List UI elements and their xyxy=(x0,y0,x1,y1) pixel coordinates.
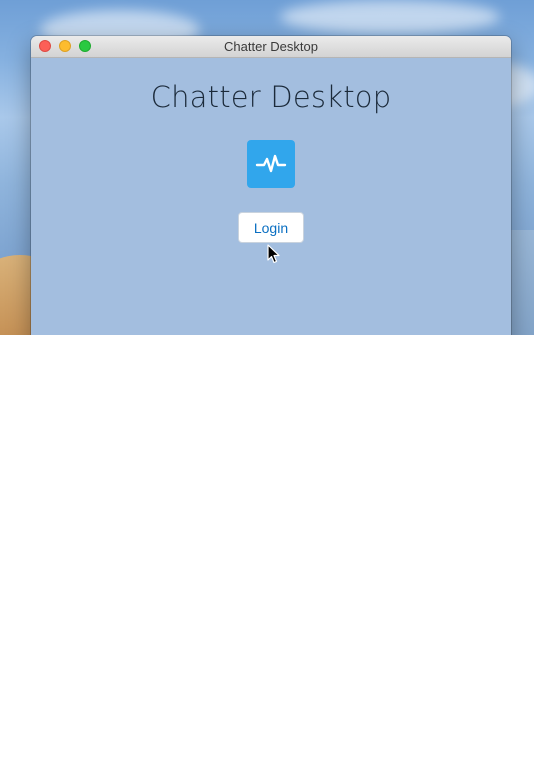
window-title: Chatter Desktop xyxy=(224,39,318,54)
activity-pulse-icon xyxy=(255,154,287,173)
window-content: Chatter Desktop Login xyxy=(31,58,511,335)
app-heading: Chatter Desktop xyxy=(150,80,392,114)
app-window: Chatter Desktop Chatter Desktop Login xyxy=(31,36,511,335)
window-titlebar[interactable]: Chatter Desktop xyxy=(31,36,511,58)
mouse-pointer-icon xyxy=(267,244,280,264)
screen: Chatter Desktop Chatter Desktop Login xyxy=(0,0,534,335)
app-logo xyxy=(247,140,295,188)
wallpaper-cloud xyxy=(280,0,500,34)
login-button[interactable]: Login xyxy=(238,212,304,243)
